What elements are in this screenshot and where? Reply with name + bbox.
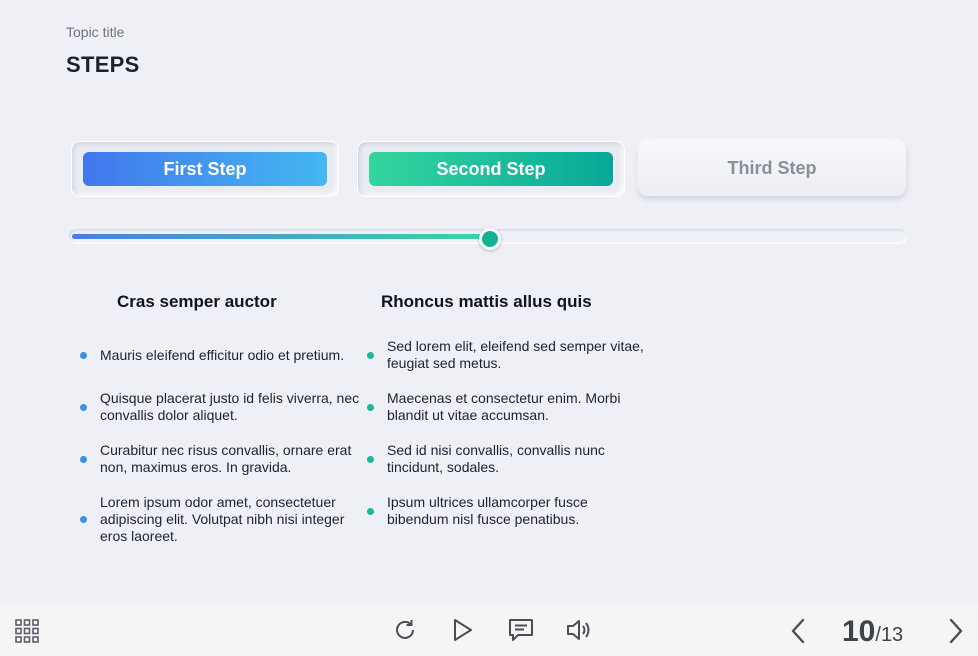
list-item: Mauris eleifend efficitur odio et pretiu… [80, 338, 365, 372]
list-item-text: Maecenas et consectetur enim. Morbi blan… [387, 390, 621, 423]
bullet-icon [80, 455, 87, 463]
page-current: 10 [842, 615, 876, 648]
bullet-icon [80, 351, 87, 359]
progress-track[interactable] [69, 228, 907, 250]
list-item-text: Lorem ipsum odor amet, consectetuer adip… [100, 494, 345, 544]
list-item-text: Mauris eleifend efficitur odio et pretiu… [100, 346, 345, 363]
list-item: Sed id nisi convallis, convallis nunc ti… [367, 442, 652, 476]
page-title: STEPS [66, 52, 140, 77]
list-item: Sed lorem elit, eleifend sed semper vita… [367, 338, 652, 372]
bullet-icon [367, 351, 374, 359]
list-item: Curabitur nec risus convallis, ornare er… [80, 442, 365, 476]
list-item-text: Sed id nisi convallis, convallis nunc ti… [387, 442, 605, 475]
list-item-text: Curabitur nec risus convallis, ornare er… [100, 442, 352, 475]
next-icon[interactable] [946, 617, 966, 650]
list-item-text: Sed lorem elit, eleifend sed semper vita… [387, 338, 644, 371]
column-1: Cras semper auctor Mauris eleifend effic… [80, 292, 365, 563]
step-1-button[interactable]: First Step [83, 152, 327, 186]
column-2-heading: Rhoncus mattis allus quis [381, 292, 592, 311]
prev-icon[interactable] [788, 617, 808, 650]
column-1-list: Mauris eleifend efficitur odio et pretiu… [80, 338, 365, 545]
bullet-icon [80, 403, 87, 411]
column-1-heading: Cras semper auctor [117, 292, 277, 311]
replay-icon[interactable] [392, 617, 418, 648]
list-item: Ipsum ultrices ullamcorper fusce bibendu… [367, 494, 652, 528]
list-item: Maecenas et consectetur enim. Morbi blan… [367, 390, 652, 424]
volume-icon[interactable] [565, 617, 593, 648]
step-2-frame: Second Step [358, 142, 624, 196]
list-item-text: Quisque placerat justo id felis viverra,… [100, 390, 360, 423]
progress-thumb[interactable] [479, 228, 501, 250]
step-2-button[interactable]: Second Step [369, 152, 613, 186]
bullet-icon [367, 403, 374, 411]
list-item: Lorem ipsum odor amet, consectetuer adip… [80, 494, 365, 545]
step-3-button[interactable]: Third Step [638, 140, 906, 196]
bullet-icon [367, 455, 374, 463]
column-2: Rhoncus mattis allus quis Sed lorem elit… [367, 292, 652, 546]
list-item-text: Ipsum ultrices ullamcorper fusce bibendu… [387, 494, 588, 527]
list-item: Quisque placerat justo id felis viverra,… [80, 390, 365, 424]
comment-icon[interactable] [507, 617, 535, 648]
bullet-icon [80, 516, 87, 523]
menu-grid-icon[interactable] [15, 619, 39, 648]
player-toolbar: 10 / 13 [0, 605, 978, 656]
topic-label: Topic title [66, 24, 125, 40]
page-counter: 10 / 13 [842, 615, 904, 648]
page-total: 13 [880, 624, 904, 646]
column-2-list: Sed lorem elit, eleifend sed semper vita… [367, 338, 652, 528]
play-icon[interactable] [452, 617, 474, 648]
progress-fill [72, 234, 482, 239]
step-1-frame: First Step [72, 142, 338, 196]
bullet-icon [367, 507, 374, 515]
